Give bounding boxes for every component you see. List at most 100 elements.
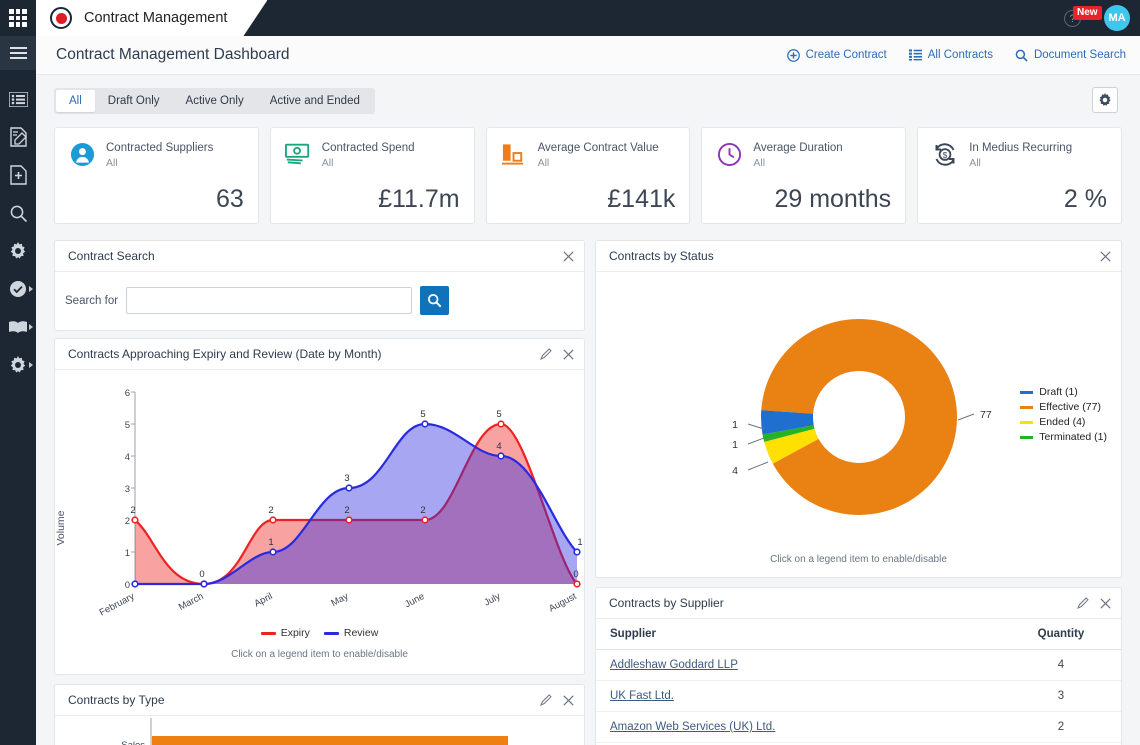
kpi-value: 63 xyxy=(216,185,244,214)
tab-draft-only[interactable]: Draft Only xyxy=(95,90,173,112)
svg-text:0: 0 xyxy=(573,569,578,580)
hamburger-menu-icon[interactable] xyxy=(10,44,27,62)
document-search-button[interactable]: Document Search xyxy=(1015,49,1126,62)
list-icon xyxy=(9,92,28,107)
kpi-contracted-spend[interactable]: Contracted Spend All £11.7m xyxy=(270,127,475,224)
svg-text:$: $ xyxy=(943,151,948,160)
search-input[interactable] xyxy=(126,287,412,314)
supplier-cell: Addleshaw Goddard LLP xyxy=(596,650,1001,681)
legend-item-terminated[interactable]: Terminated (1) xyxy=(1020,431,1107,443)
sidebar-item-edit-document[interactable] xyxy=(0,118,36,156)
table-row: Amazon Web Services (UK) Ltd. 2 xyxy=(596,712,1121,743)
help-button[interactable]: ? New xyxy=(1064,7,1086,29)
kpi-value: £141k xyxy=(607,185,675,214)
legend-label: Review xyxy=(344,627,378,639)
pencil-icon[interactable] xyxy=(540,694,552,706)
svg-text:Sales: Sales xyxy=(121,740,145,745)
svg-text:July: July xyxy=(482,591,502,609)
legend-label: Effective (77) xyxy=(1039,401,1101,413)
svg-text:5: 5 xyxy=(420,409,425,420)
column-header-supplier[interactable]: Supplier xyxy=(596,619,1001,650)
search-icon xyxy=(1015,49,1028,62)
sidebar-item-list[interactable] xyxy=(0,80,36,118)
kpi-in-medius-recurring[interactable]: $ In Medius Recurring All 2 % xyxy=(917,127,1122,224)
tab-all[interactable]: All xyxy=(56,90,95,112)
kpi-sublabel: All xyxy=(106,157,213,169)
legend-swatch xyxy=(1020,436,1033,439)
plus-circle-icon xyxy=(787,49,800,62)
avatar[interactable]: MA xyxy=(1104,5,1130,31)
supplier-link[interactable]: UK Fast Ltd. xyxy=(610,690,674,702)
close-icon[interactable] xyxy=(563,695,574,706)
pencil-icon[interactable] xyxy=(1077,597,1089,609)
sidebar-item-settings[interactable] xyxy=(0,232,36,270)
kpi-value: £11.7m xyxy=(378,185,460,214)
kpi-label: Contracted Spend xyxy=(322,141,415,155)
column-header-quantity[interactable]: Quantity xyxy=(1001,619,1121,650)
banknote-icon xyxy=(285,141,311,167)
page-title: Contract Management Dashboard xyxy=(56,46,290,64)
close-icon[interactable] xyxy=(1100,251,1111,262)
list-lines-icon xyxy=(909,49,922,61)
kpi-label: Average Duration xyxy=(753,141,842,155)
supplier-link[interactable]: Amazon Web Services (UK) Ltd. xyxy=(610,721,775,733)
kpi-average-duration[interactable]: Average Duration All 29 months xyxy=(701,127,906,224)
close-icon[interactable] xyxy=(563,349,574,360)
quantity-cell: 2 xyxy=(1001,712,1121,743)
document-add-icon xyxy=(10,165,27,185)
type-chart-canvas[interactable]: Sales xyxy=(55,716,584,745)
search-icon xyxy=(9,204,28,223)
supplier-link[interactable]: Addleshaw Goddard LLP xyxy=(610,659,738,671)
svg-text:1: 1 xyxy=(125,548,130,559)
legend-item-expiry[interactable]: Expiry xyxy=(261,627,310,639)
sidebar-item-new-document[interactable] xyxy=(0,156,36,194)
book-icon xyxy=(8,320,28,335)
svg-text:June: June xyxy=(403,591,426,610)
legend-label: Draft (1) xyxy=(1039,386,1078,398)
sidebar-item-library[interactable] xyxy=(0,308,36,346)
close-icon[interactable] xyxy=(1100,598,1111,609)
contracts-by-status-panel: Contracts by Status 77 1 xyxy=(595,240,1122,578)
legend-item-review[interactable]: Review xyxy=(324,627,378,639)
gear-settings-icon xyxy=(9,356,27,374)
kpi-label: In Medius Recurring xyxy=(969,141,1072,155)
legend-item-draft[interactable]: Draft (1) xyxy=(1020,386,1107,398)
kpi-contracted-suppliers[interactable]: Contracted Suppliers All 63 xyxy=(54,127,259,224)
panel-title: Contracts by Status xyxy=(609,249,714,263)
legend-item-effective[interactable]: Effective (77) xyxy=(1020,401,1107,413)
clock-icon xyxy=(716,141,742,167)
app-tab[interactable]: Contract Management xyxy=(36,0,267,36)
kpi-average-contract-value[interactable]: Average Contract Value All £141k xyxy=(486,127,691,224)
panel-title: Contracts by Supplier xyxy=(609,596,724,610)
all-contracts-button[interactable]: All Contracts xyxy=(909,49,993,61)
tab-active-only[interactable]: Active Only xyxy=(173,90,257,112)
document-edit-icon xyxy=(9,127,28,147)
svg-text:5: 5 xyxy=(125,420,130,431)
create-contract-button[interactable]: Create Contract xyxy=(787,49,887,62)
svg-text:0: 0 xyxy=(199,569,204,580)
panel-header: Contracts by Supplier xyxy=(596,588,1121,619)
header-actions: Create Contract All Contracts Document S… xyxy=(787,49,1126,62)
chevron-right-icon xyxy=(29,324,33,330)
legend-item-ended[interactable]: Ended (4) xyxy=(1020,416,1107,428)
tab-active-and-ended[interactable]: Active and Ended xyxy=(257,90,373,112)
legend-swatch xyxy=(261,632,276,635)
sidebar-item-tasks[interactable] xyxy=(0,270,36,308)
sidebar-item-search[interactable] xyxy=(0,194,36,232)
sidebar-toggle-button[interactable] xyxy=(0,36,36,70)
supplier-table: Supplier Quantity Addleshaw Goddard LLP … xyxy=(596,619,1121,745)
quantity-cell: 4 xyxy=(1001,650,1121,681)
svg-text:1: 1 xyxy=(268,537,273,548)
expiry-chart-canvas[interactable]: 6 5 4 3 2 1 0 xyxy=(55,370,584,675)
svg-text:1: 1 xyxy=(577,537,582,548)
apps-grid-icon[interactable] xyxy=(9,9,27,27)
legend-swatch xyxy=(1020,421,1033,424)
kpi-sublabel: All xyxy=(753,157,842,169)
filter-tabs: All Draft Only Active Only Active and En… xyxy=(54,88,375,114)
dashboard-settings-button[interactable] xyxy=(1092,87,1118,113)
panel-title: Contract Search xyxy=(68,249,155,263)
close-icon[interactable] xyxy=(563,251,574,262)
search-submit-button[interactable] xyxy=(420,286,449,315)
pencil-icon[interactable] xyxy=(540,348,552,360)
sidebar-item-admin[interactable] xyxy=(0,346,36,384)
